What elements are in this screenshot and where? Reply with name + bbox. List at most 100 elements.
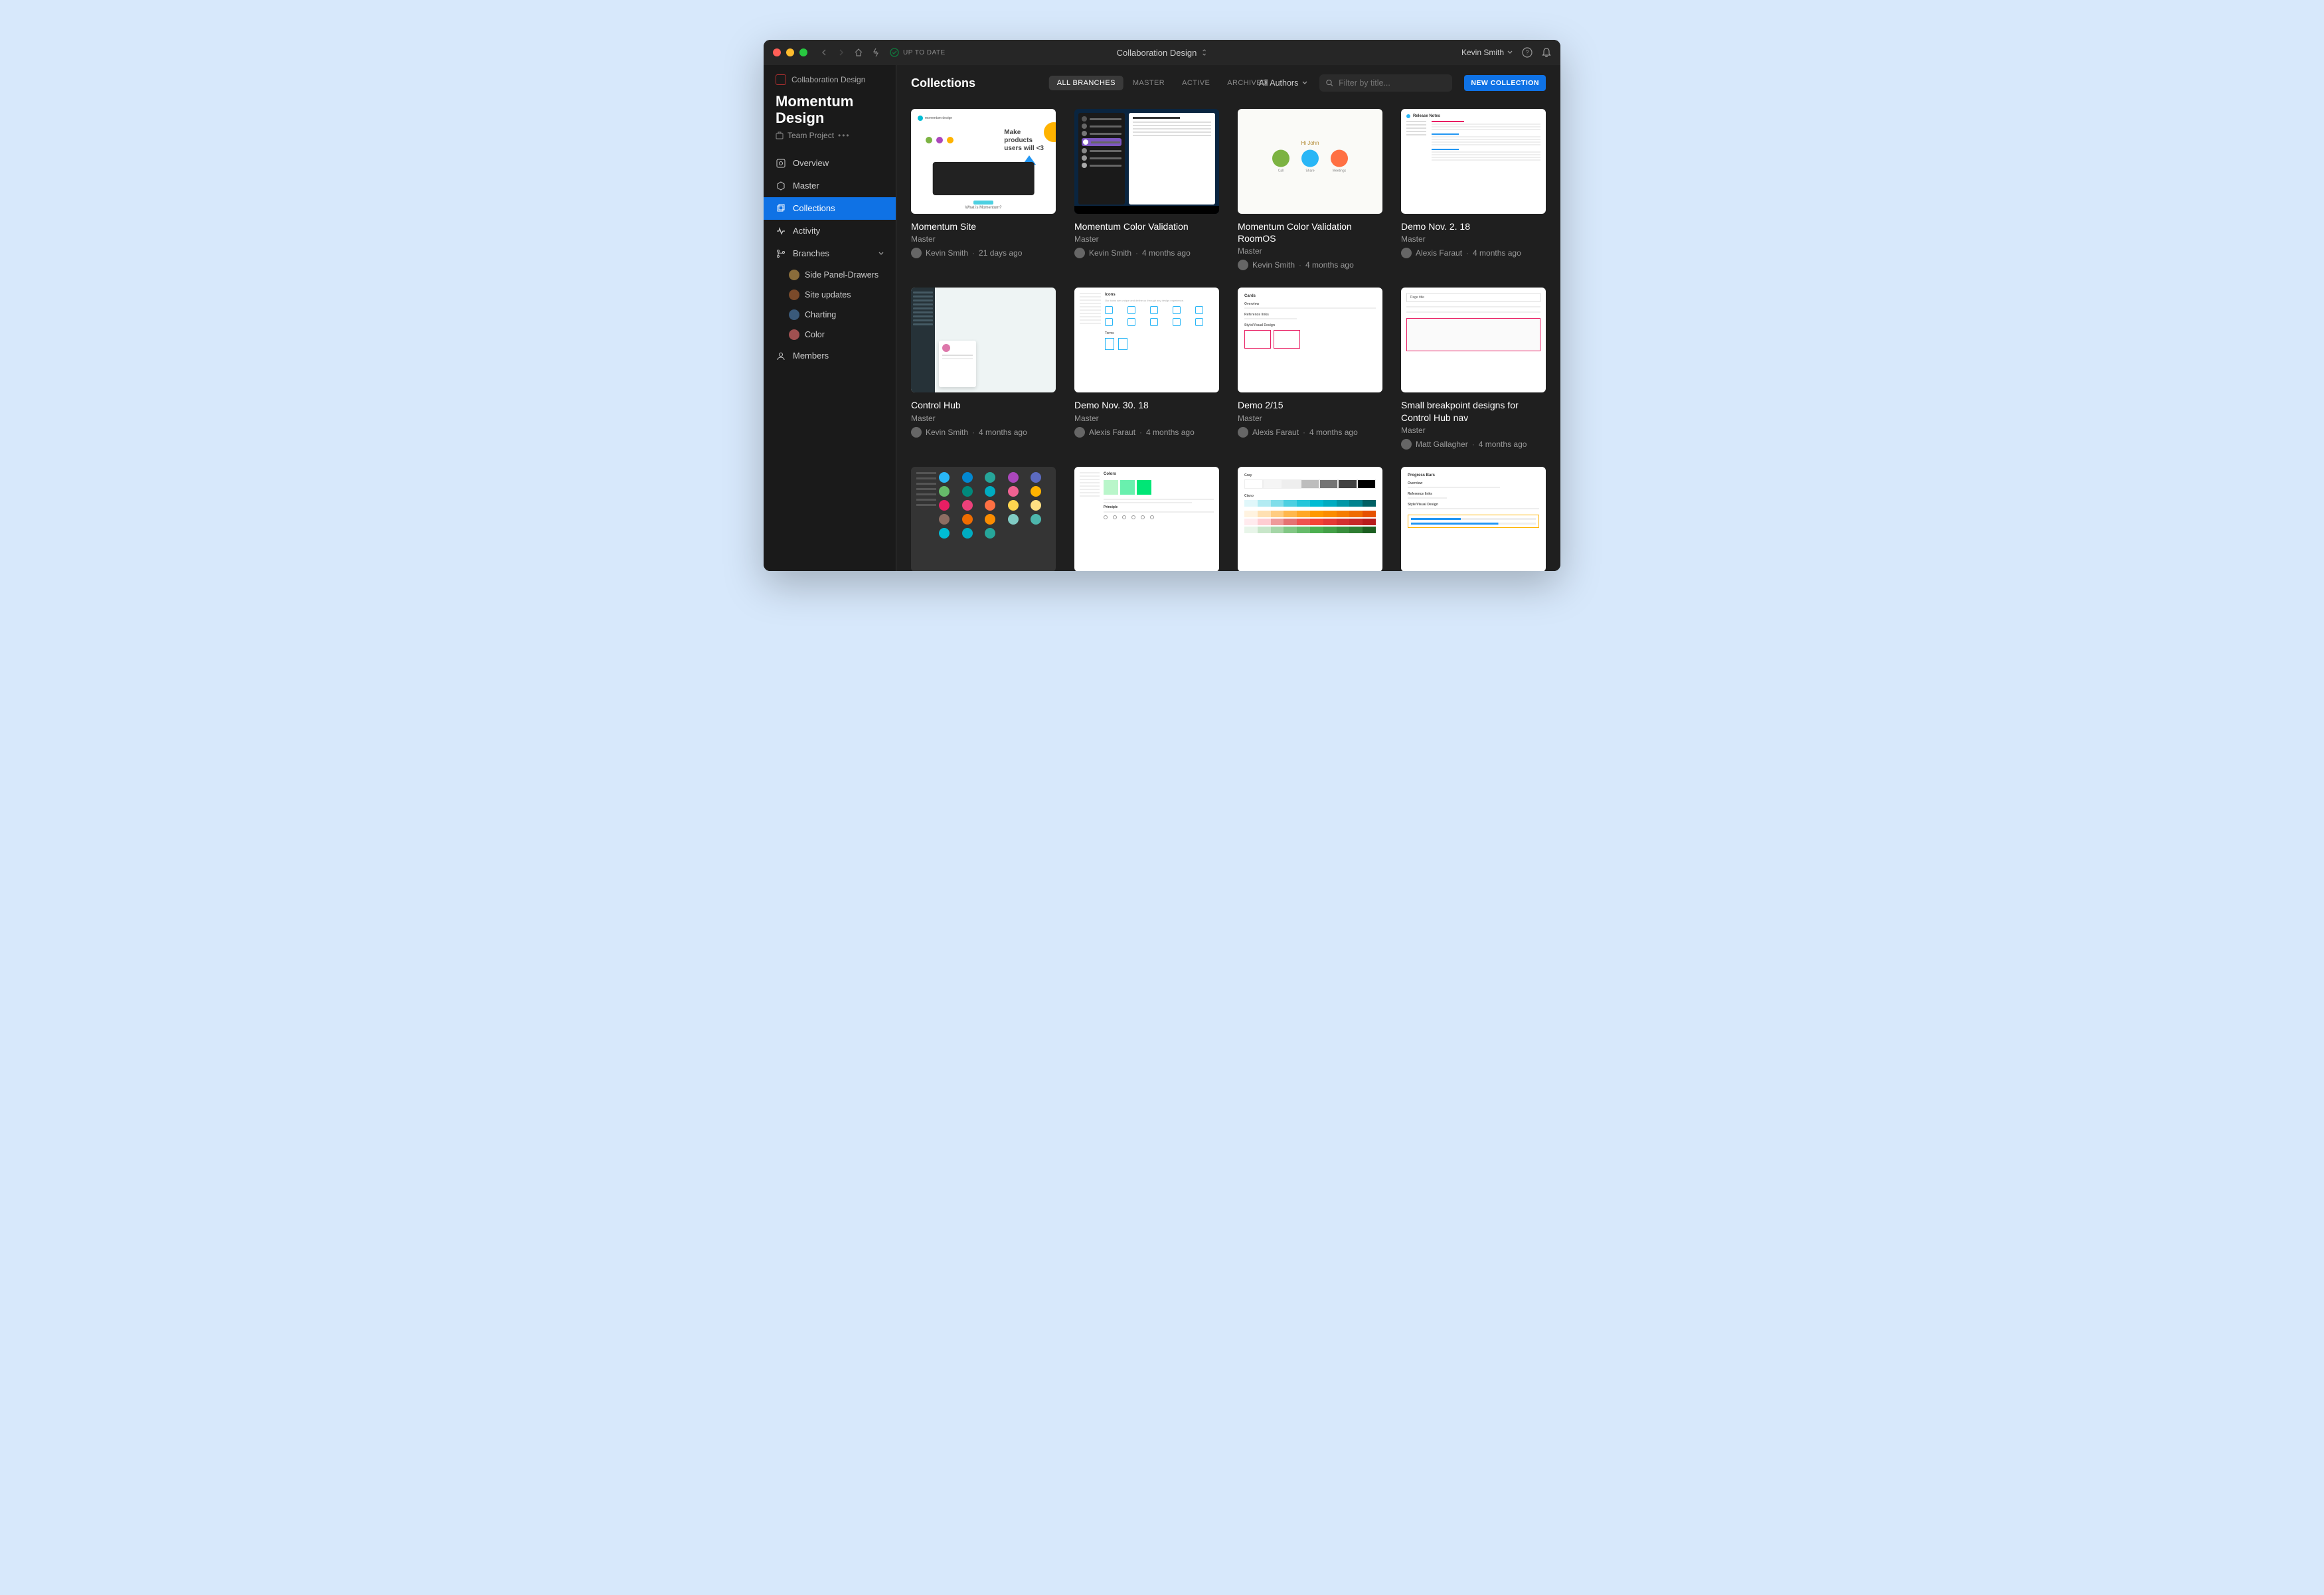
collection-card[interactable]: Component states: [911, 467, 1056, 571]
card-time: 4 months ago: [1479, 440, 1527, 449]
separator: ·: [972, 428, 975, 437]
card-time: 4 months ago: [1309, 428, 1358, 437]
maximize-window-button[interactable]: [799, 48, 807, 56]
nav-master[interactable]: Master: [764, 175, 896, 197]
collection-card[interactable]: Hi John Call Share Meetings Momentum Col…: [1238, 109, 1382, 270]
user-menu[interactable]: Kevin Smith: [1461, 48, 1513, 57]
branch-name: Color: [805, 330, 825, 339]
card-time: 4 months ago: [1473, 248, 1521, 258]
search-icon: [1326, 79, 1333, 87]
card-meta: Alexis Faraut · 4 months ago: [1401, 248, 1546, 258]
sync-status: UP TO DATE: [890, 48, 946, 57]
avatar: [911, 427, 922, 438]
notifications-button[interactable]: [1542, 47, 1551, 58]
minimize-window-button[interactable]: [786, 48, 794, 56]
master-icon: [776, 181, 786, 191]
avatar: [1074, 248, 1085, 258]
card-branch: Master: [1074, 414, 1219, 423]
card-meta: Alexis Faraut · 4 months ago: [1074, 427, 1219, 438]
nav-overview[interactable]: Overview: [764, 152, 896, 175]
nav-collections[interactable]: Collections: [764, 197, 896, 220]
card-author: Alexis Faraut: [1252, 428, 1299, 437]
help-button[interactable]: ?: [1522, 47, 1533, 58]
new-collection-button[interactable]: NEW COLLECTION: [1464, 75, 1546, 91]
collection-card[interactable]: Progress Bars Overview Reference links S…: [1401, 467, 1546, 571]
collection-card[interactable]: Release Notes Demo Nov. 2. 18 Master Ale…: [1401, 109, 1546, 270]
card-title: Momentum Color Validation: [1074, 220, 1219, 232]
card-author: Matt Gallagher: [1416, 440, 1468, 449]
project-type-label: Team Project: [788, 131, 834, 140]
avatar: [1238, 260, 1248, 270]
close-window-button[interactable]: [773, 48, 781, 56]
branch-name: Site updates: [805, 290, 851, 299]
collection-card[interactable]: Page title Small breakpoint designs for …: [1401, 288, 1546, 449]
avatar: [789, 290, 799, 300]
branch-item[interactable]: Color: [764, 325, 896, 345]
chevron-down-icon: [878, 252, 884, 256]
activity-icon: [776, 226, 786, 236]
sidebar-nav: Overview Master Collections Activity Bra…: [764, 152, 896, 367]
card-meta: Kevin Smith · 4 months ago: [1238, 260, 1382, 270]
tab-active[interactable]: ACTIVE: [1174, 76, 1218, 90]
titlebar-project-name: Collaboration Design: [1117, 48, 1197, 58]
nav-activity[interactable]: Activity: [764, 220, 896, 242]
tab-archived[interactable]: ARCHIVED: [1219, 76, 1275, 90]
project-title: Momentum Design: [764, 88, 896, 131]
separator: ·: [1466, 248, 1469, 258]
card-author: Alexis Faraut: [1416, 248, 1462, 258]
branch-item[interactable]: Charting: [764, 305, 896, 325]
app-window: UP TO DATE Collaboration Design Kevin Sm…: [764, 40, 1560, 571]
separator: ·: [1135, 248, 1138, 258]
avatar: [1401, 439, 1412, 450]
nav-collections-label: Collections: [793, 203, 835, 213]
branches-icon: [776, 248, 786, 259]
collection-card[interactable]: Gray Ciano Momentum Design System - Colo…: [1238, 467, 1382, 571]
collection-card[interactable]: Momentum Color Validation Master Kevin S…: [1074, 109, 1219, 270]
card-author: Alexis Faraut: [1089, 428, 1135, 437]
back-button[interactable]: [819, 48, 829, 57]
avatar: [1401, 248, 1412, 258]
window-controls: [773, 48, 807, 56]
collections-grid: Makeproductsusers will <3 momentum desig…: [896, 101, 1560, 571]
branch-item[interactable]: Side Panel-Drawers: [764, 265, 896, 285]
project-more-icon[interactable]: •••: [838, 131, 851, 140]
sync-icon[interactable]: [871, 48, 880, 57]
collection-card[interactable]: Makeproductsusers will <3 momentum desig…: [911, 109, 1056, 270]
home-button[interactable]: [854, 48, 863, 57]
nav-members[interactable]: Members: [764, 345, 896, 367]
titlebar-nav: [819, 48, 880, 57]
card-meta: Kevin Smith · 21 days ago: [911, 248, 1056, 258]
nav-overview-label: Overview: [793, 158, 829, 168]
forward-button[interactable]: [837, 48, 846, 57]
branch-item[interactable]: Site updates: [764, 285, 896, 305]
collection-card[interactable]: Colors Principle Color - Documentation: [1074, 467, 1219, 571]
card-branch: Master: [1238, 414, 1382, 423]
collection-card[interactable]: Control Hub Master Kevin Smith · 4 month…: [911, 288, 1056, 449]
collection-card[interactable]: Icons Our icons are unique and define us…: [1074, 288, 1219, 449]
branch-name: Charting: [805, 310, 836, 319]
card-time: 4 months ago: [1305, 260, 1354, 270]
collection-card[interactable]: Cards Overview Reference links Style/Vis…: [1238, 288, 1382, 449]
search-box[interactable]: [1319, 74, 1452, 92]
titlebar-project[interactable]: Collaboration Design: [1117, 48, 1208, 58]
card-meta: Kevin Smith · 4 months ago: [1074, 248, 1219, 258]
org-header[interactable]: Collaboration Design: [764, 65, 896, 88]
search-input[interactable]: [1339, 78, 1446, 88]
members-icon: [776, 351, 786, 361]
card-title: Control Hub: [911, 399, 1056, 411]
card-branch: Master: [1074, 234, 1219, 244]
card-branch: Master: [1238, 246, 1382, 256]
card-branch: Master: [911, 234, 1056, 244]
separator: ·: [1139, 428, 1142, 437]
branch-tabs: ALL BRANCHES MASTER ACTIVE ARCHIVED: [1049, 76, 1276, 90]
main-header: Collections ALL BRANCHES MASTER ACTIVE A…: [896, 65, 1560, 101]
card-meta: Kevin Smith · 4 months ago: [911, 427, 1056, 438]
tab-master[interactable]: MASTER: [1125, 76, 1173, 90]
nav-branches[interactable]: Branches: [764, 242, 896, 265]
card-title: Demo Nov. 2. 18: [1401, 220, 1546, 232]
main-content: Collections ALL BRANCHES MASTER ACTIVE A…: [896, 65, 1560, 571]
chevron-down-icon: [1507, 50, 1513, 54]
avatar: [789, 309, 799, 320]
separator: ·: [1303, 428, 1305, 437]
tab-all-branches[interactable]: ALL BRANCHES: [1049, 76, 1123, 90]
